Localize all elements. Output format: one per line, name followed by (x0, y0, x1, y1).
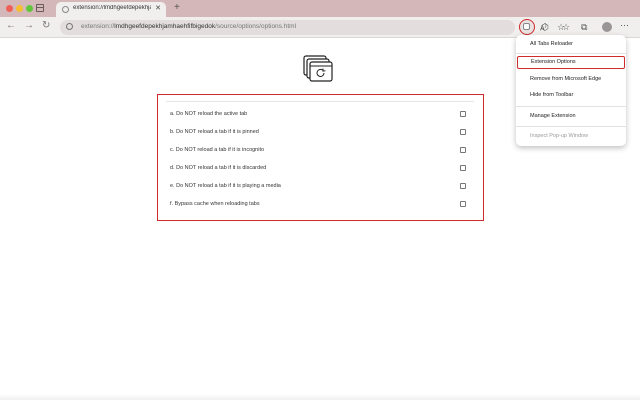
option-label: f. Bypass cache when reloading tabs (170, 201, 260, 207)
site-info-icon[interactable] (66, 23, 73, 30)
collections-icon[interactable]: ⧉ (581, 22, 587, 32)
new-tab-icon[interactable]: + (174, 2, 180, 13)
option-label: d. Do NOT reload a tab if it is discarde… (170, 165, 267, 171)
tab-title: extension://lmdhgeefdepekhjamhaehfifbige… (73, 5, 151, 11)
option-checkbox[interactable] (460, 165, 466, 171)
option-label: c. Do NOT reload a tab if it is incognit… (170, 147, 265, 153)
reload-icon[interactable]: ↻ (42, 20, 50, 31)
close-icon[interactable]: ✕ (155, 4, 161, 12)
forward-arrow-icon[interactable]: → (24, 20, 34, 31)
menu-item-hide-from-toolbar[interactable]: Hide from Toolbar (516, 89, 626, 102)
option-label: a. Do NOT reload the active tab (170, 111, 248, 117)
divider (166, 101, 474, 102)
menu-item-manage-extension[interactable]: Manage Extension (516, 110, 626, 123)
option-checkbox[interactable] (460, 129, 466, 135)
more-options-icon[interactable]: ⋯ (620, 20, 629, 31)
options-panel: a. Do NOT reload the active tab b. Do NO… (157, 94, 484, 221)
option-row[interactable]: a. Do NOT reload the active tab (170, 109, 470, 121)
menu-divider (516, 126, 626, 127)
menu-item-remove[interactable]: Remove from Microsoft Edge (516, 73, 626, 86)
option-checkbox[interactable] (460, 111, 466, 117)
favorites-icon[interactable]: ☆ (562, 22, 570, 32)
option-row[interactable]: e. Do NOT reload a tab if it is playing … (170, 181, 470, 193)
option-checkbox[interactable] (460, 147, 466, 153)
option-checkbox[interactable] (460, 183, 466, 189)
extension-context-menu: All Tabs Reloader Extension Options Remo… (516, 35, 626, 146)
tab-actions-icon[interactable] (36, 4, 44, 12)
option-row[interactable]: d. Do NOT reload a tab if it is discarde… (170, 163, 470, 175)
menu-item-extension-options[interactable]: Extension Options (517, 56, 625, 69)
tab-strip: extension://lmdhgeefdepekhjamhaehfifbige… (0, 0, 640, 17)
option-label: b. Do NOT reload a tab if it is pinned (170, 129, 259, 135)
close-window-button[interactable] (6, 5, 13, 12)
extensions-puzzle-icon[interactable]: ⬡ (541, 22, 549, 32)
address-bar[interactable]: extension://lmdhgeefdepekhjamhaehfifbige… (60, 20, 565, 35)
option-row[interactable]: b. Do NOT reload a tab if it is pinned (170, 127, 470, 139)
option-row[interactable]: f. Bypass cache when reloading tabs (170, 199, 470, 211)
page-bottom-edge (0, 394, 640, 400)
extension-icon (523, 23, 530, 30)
all-tabs-reloader-extension-button[interactable] (519, 19, 535, 35)
menu-item-extension-name[interactable]: All Tabs Reloader (516, 38, 626, 51)
back-arrow-icon[interactable]: ← (6, 20, 16, 31)
menu-item-inspect-popup: Inspect Pop-up Window (530, 133, 589, 139)
extension-page-icon (62, 6, 69, 13)
menu-divider (516, 53, 626, 54)
option-checkbox[interactable] (460, 201, 466, 207)
option-label: e. Do NOT reload a tab if it is playing … (170, 183, 281, 189)
tab-active[interactable]: extension://lmdhgeefdepekhjamhaehfifbige… (56, 2, 166, 17)
minimize-window-button[interactable] (16, 5, 23, 12)
option-row[interactable]: c. Do NOT reload a tab if it is incognit… (170, 145, 470, 157)
all-tabs-reloader-logo-icon (303, 55, 333, 82)
profile-avatar[interactable] (602, 22, 612, 32)
maximize-window-button[interactable] (26, 5, 33, 12)
menu-divider (516, 106, 626, 107)
url-text[interactable]: extension://lmdhgeefdepekhjamhaehfifbige… (81, 23, 296, 30)
